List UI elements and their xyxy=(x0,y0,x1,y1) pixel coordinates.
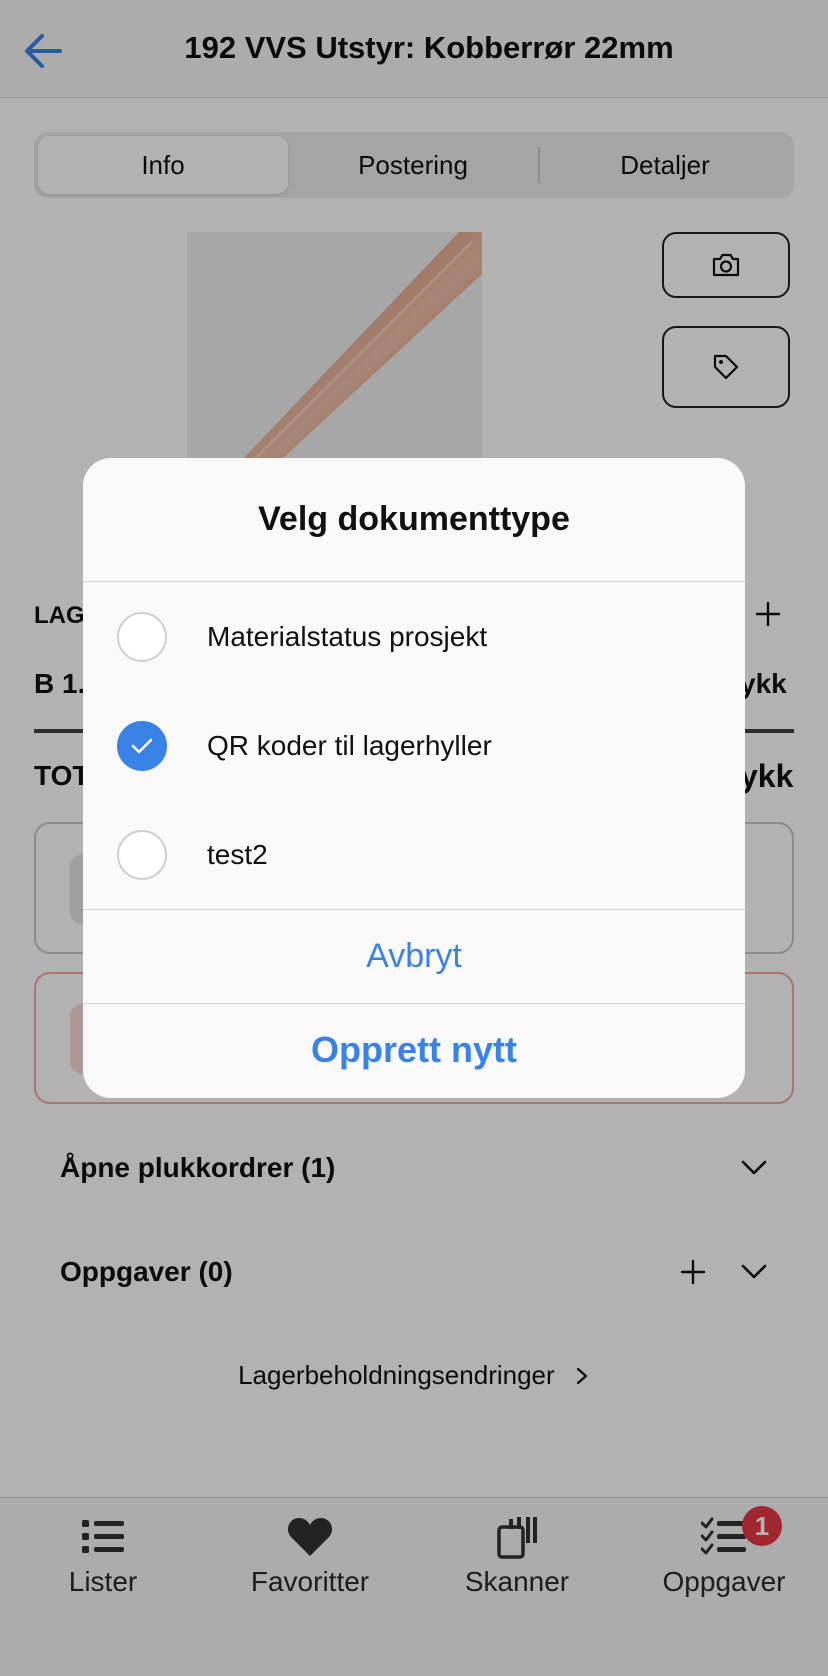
option-qr-koder[interactable]: QR koder til lagerhyller xyxy=(83,691,745,800)
option-materialstatus[interactable]: Materialstatus prosjekt xyxy=(83,582,745,691)
checkmark-icon xyxy=(131,738,153,753)
radio-checked-icon[interactable] xyxy=(117,720,167,771)
option-test2[interactable]: test2 xyxy=(83,800,745,909)
option-label: test2 xyxy=(207,838,268,870)
screen: 192 VVS Utstyr: Kobberrør 22mm Info Post… xyxy=(0,0,828,1676)
option-label: Materialstatus prosjekt xyxy=(207,620,488,652)
document-type-options: Materialstatus prosjekt QR koder til lag… xyxy=(83,582,745,910)
cancel-button[interactable]: Avbryt xyxy=(83,910,745,1003)
radio-unchecked-icon[interactable] xyxy=(117,829,167,880)
option-label: QR koder til lagerhyller xyxy=(207,729,492,761)
create-new-button[interactable]: Opprett nytt xyxy=(83,1003,745,1096)
document-type-dialog: Velg dokumenttype Materialstatus prosjek… xyxy=(83,458,745,1098)
radio-unchecked-icon[interactable] xyxy=(117,611,167,662)
dialog-title: Velg dokumenttype xyxy=(83,458,745,582)
